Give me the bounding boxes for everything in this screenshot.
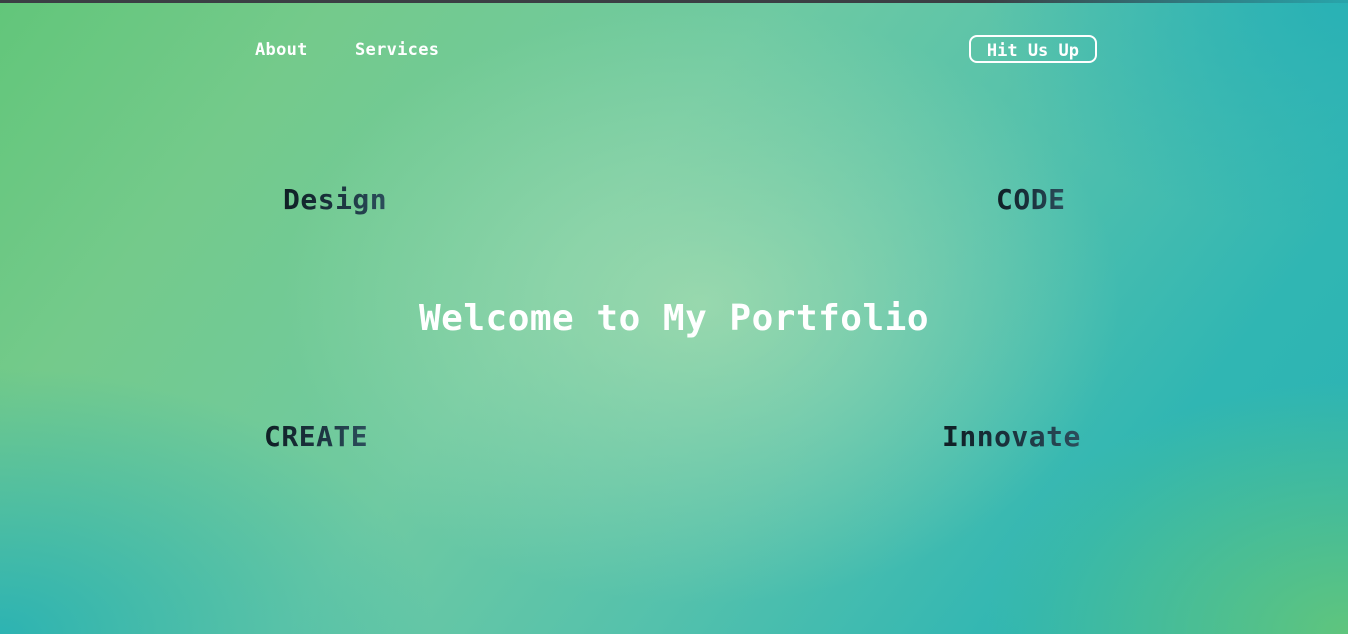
top-border — [0, 0, 1348, 3]
hero-title: Welcome to My Portfolio — [419, 298, 929, 339]
floating-word-innovate: Innovate — [942, 420, 1081, 453]
hit-us-up-button[interactable]: Hit Us Up — [968, 35, 1097, 63]
floating-word-design: Design — [283, 183, 388, 216]
nav-link-about[interactable]: About — [255, 40, 308, 60]
top-navigation: About Services Hit Us Up — [255, 35, 1097, 67]
floating-word-code: CODE — [996, 183, 1066, 216]
floating-word-create: CREATE — [264, 420, 369, 453]
nav-link-services[interactable]: Services — [355, 40, 439, 60]
